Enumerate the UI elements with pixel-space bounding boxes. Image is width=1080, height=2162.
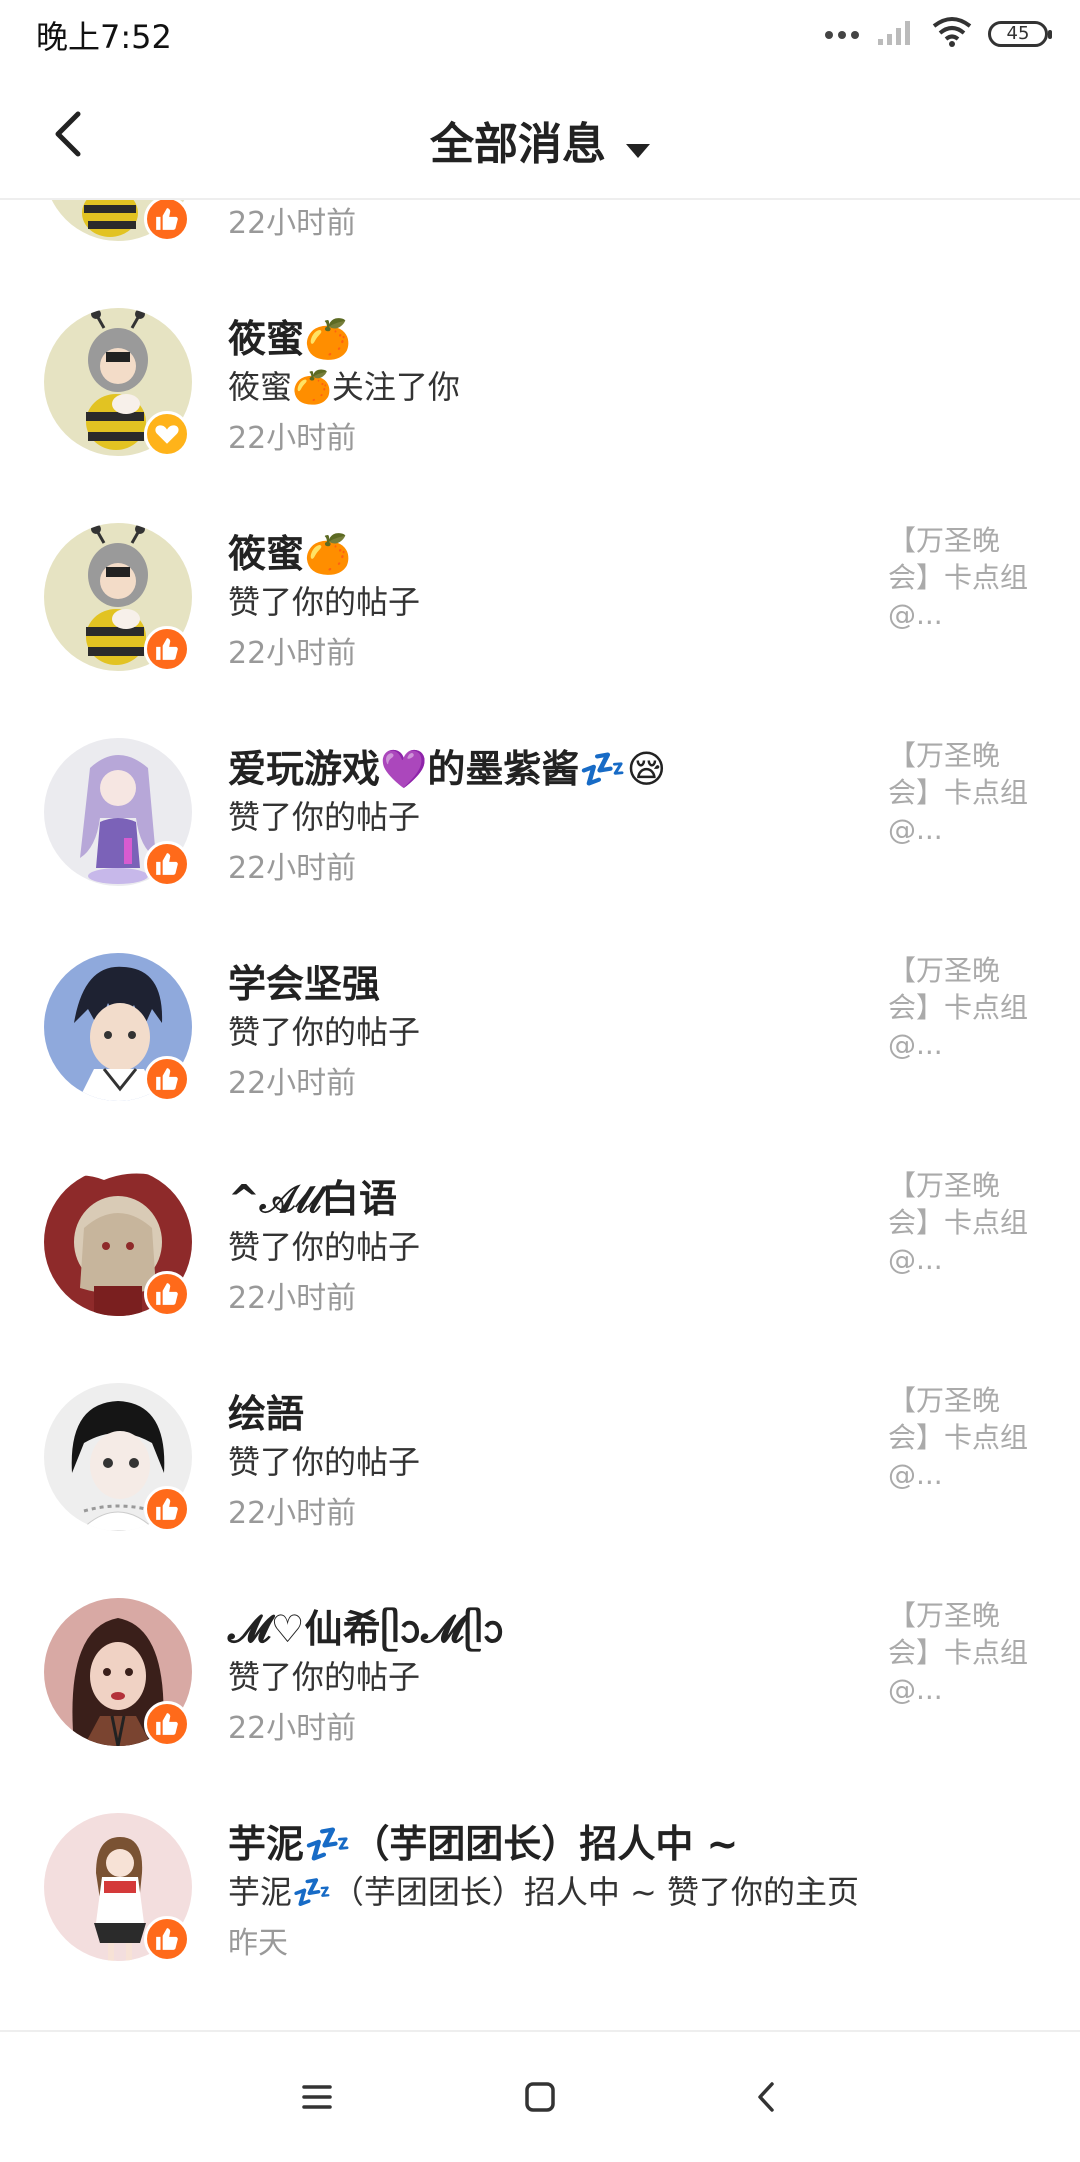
notification-time: 22小时前 <box>228 1711 357 1746</box>
list-item[interactable]: 爱玩游戏💜的墨紫酱💤😪 赞了你的帖子 22小时前 【万圣晚 会】卡点组 @... <box>0 705 1080 920</box>
post-reference[interactable]: 【万圣晚 会】卡点组 @... <box>888 737 1038 848</box>
top-bar: 全部消息 <box>0 70 1080 200</box>
notification-list[interactable]: 22小时前 筱蜜🍊 筱蜜🍊关注了你 22小时前 筱蜜🍊 赞了你的帖子 22小时前… <box>0 200 1080 2028</box>
follow-badge <box>144 411 190 457</box>
battery-icon: 45 <box>988 21 1052 47</box>
heart-icon <box>155 425 179 444</box>
status-icons: 45 <box>824 14 1052 54</box>
caret-down-icon <box>626 143 650 158</box>
notification-action: 芋泥💤（芋团团长）招人中 ~ 赞了你的主页 <box>228 1873 860 1911</box>
list-item[interactable]: 筱蜜🍊 赞了你的帖子 22小时前 【万圣晚 会】卡点组 @... <box>0 490 1080 705</box>
notification-name: ^𝒜𝓁𝓁白语 <box>228 1177 398 1221</box>
system-nav-bar <box>0 2030 1080 2162</box>
home-square-icon <box>525 2082 555 2112</box>
wifi-icon <box>932 16 972 52</box>
post-reference[interactable]: 【万圣晚 会】卡点组 @... <box>888 952 1038 1063</box>
list-item[interactable]: 筱蜜🍊 筱蜜🍊关注了你 22小时前 <box>0 275 1080 490</box>
like-badge <box>144 841 190 887</box>
thumbs-up-icon <box>156 208 178 230</box>
notification-time: 22小时前 <box>228 1066 357 1101</box>
list-item[interactable]: 𝓜♡仙希ᥫᩣ𝓜ᥫᩣ 赞了你的帖子 22小时前 【万圣晚 会】卡点组 @... <box>0 1565 1080 1780</box>
home-button[interactable] <box>513 2070 567 2124</box>
post-reference[interactable]: 【万圣晚 会】卡点组 @... <box>888 1167 1038 1278</box>
notification-name: 绘語 <box>228 1392 305 1436</box>
thumbs-up-icon <box>156 1068 178 1090</box>
notification-action: 筱蜜🍊关注了你 <box>228 368 460 406</box>
notification-time: 22小时前 <box>228 851 357 886</box>
thumbs-up-icon <box>156 638 178 660</box>
like-badge <box>144 1486 190 1532</box>
list-item[interactable]: 芋泥💤（芋团团长）招人中 ~ 芋泥💤（芋团团长）招人中 ~ 赞了你的主页 昨天 <box>0 1780 1080 1995</box>
menu-button[interactable] <box>290 2070 344 2124</box>
notification-name: 爱玩游戏💜的墨紫酱💤😪 <box>228 747 667 791</box>
notification-time: 22小时前 <box>228 421 357 456</box>
notification-action: 赞了你的帖子 <box>228 583 421 621</box>
post-reference[interactable]: 【万圣晚 会】卡点组 @... <box>888 1597 1038 1708</box>
notification-action: 赞了你的帖子 <box>228 1228 421 1266</box>
notification-action: 赞了你的帖子 <box>228 798 421 836</box>
list-item[interactable]: 22小时前 <box>0 200 1080 275</box>
dots-icon <box>824 25 860 44</box>
thumbs-up-icon <box>156 1498 178 1520</box>
thumbs-up-icon <box>156 1283 178 1305</box>
nav-back-button[interactable] <box>740 2070 794 2124</box>
list-item[interactable]: ^𝒜𝓁𝓁白语 赞了你的帖子 22小时前 【万圣晚 会】卡点组 @... <box>0 1135 1080 1350</box>
notification-time: 22小时前 <box>228 636 357 671</box>
like-badge <box>144 1916 190 1962</box>
page-title: 全部消息 <box>430 119 606 170</box>
notification-time: 22小时前 <box>228 206 357 241</box>
like-badge <box>144 1271 190 1317</box>
notification-name: 学会坚强 <box>228 962 381 1006</box>
list-item[interactable]: 绘語 赞了你的帖子 22小时前 【万圣晚 会】卡点组 @... <box>0 1350 1080 1565</box>
like-badge <box>144 1056 190 1102</box>
notification-time: 昨天 <box>228 1926 288 1961</box>
like-badge <box>144 626 190 672</box>
notification-action: 赞了你的帖子 <box>228 1443 421 1481</box>
signal-icon <box>876 17 916 51</box>
notification-name: 筱蜜🍊 <box>228 317 352 361</box>
notification-time: 22小时前 <box>228 1496 357 1531</box>
status-time: 晚上7:52 <box>36 18 172 56</box>
thumbs-up-icon <box>156 1928 178 1950</box>
thumbs-up-icon <box>156 1713 178 1735</box>
notification-name: 筱蜜🍊 <box>228 532 352 576</box>
post-reference[interactable]: 【万圣晚 会】卡点组 @... <box>888 522 1038 633</box>
like-badge <box>144 1701 190 1747</box>
nav-back-icon <box>758 2082 774 2112</box>
thumbs-up-icon <box>156 853 178 875</box>
notification-action: 赞了你的帖子 <box>228 1658 421 1696</box>
like-badge <box>144 200 190 242</box>
notification-time: 22小时前 <box>228 1281 357 1316</box>
notification-name: 芋泥💤（芋团团长）招人中 ~ <box>228 1822 739 1866</box>
notification-action: 赞了你的帖子 <box>228 1013 421 1051</box>
menu-icon <box>302 2085 332 2109</box>
status-bar: 晚上7:52 45 <box>0 0 1080 70</box>
post-reference[interactable]: 【万圣晚 会】卡点组 @... <box>888 1382 1038 1493</box>
title-dropdown[interactable]: 全部消息 <box>0 108 1080 172</box>
list-item[interactable]: 学会坚强 赞了你的帖子 22小时前 【万圣晚 会】卡点组 @... <box>0 920 1080 1135</box>
